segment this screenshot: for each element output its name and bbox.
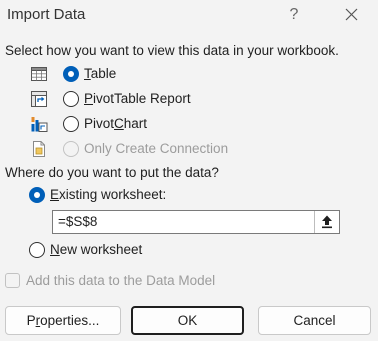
properties-button[interactable]: Properties... bbox=[5, 306, 121, 335]
dialog-title: Import Data bbox=[7, 6, 86, 23]
new-worksheet-label[interactable]: New worksheet bbox=[50, 242, 142, 257]
import-data-dialog: Import Data ? Select how you want to vie… bbox=[0, 0, 378, 341]
table-option-label[interactable]: Table bbox=[84, 66, 116, 81]
pivotchart-radio[interactable] bbox=[63, 116, 79, 132]
view-prompt: Select how you want to view this data in… bbox=[5, 43, 339, 58]
upload-arrow-icon bbox=[322, 215, 332, 229]
pivotchart-option-label[interactable]: PivotChart bbox=[84, 116, 147, 131]
data-model-label: Add this data to the Data Model bbox=[26, 273, 216, 288]
data-model-checkbox bbox=[5, 273, 20, 288]
help-button[interactable]: ? bbox=[283, 3, 305, 27]
title-bar: Import Data ? bbox=[0, 0, 378, 32]
new-worksheet-radio[interactable] bbox=[29, 242, 45, 258]
existing-worksheet-label[interactable]: Existing worksheet: bbox=[50, 187, 166, 202]
ok-button[interactable]: OK bbox=[131, 306, 244, 335]
table-radio[interactable] bbox=[63, 66, 79, 82]
pivotchart-icon bbox=[30, 115, 48, 133]
table-icon bbox=[30, 65, 48, 83]
connection-only-icon bbox=[30, 140, 48, 158]
cancel-button[interactable]: Cancel bbox=[258, 306, 371, 335]
put-prompt: Where do you want to put the data? bbox=[5, 165, 219, 180]
pivottable-option-label[interactable]: PivotTable Report bbox=[84, 91, 191, 106]
existing-worksheet-radio[interactable] bbox=[29, 187, 45, 203]
connection-only-radio bbox=[63, 141, 79, 157]
connection-only-label: Only Create Connection bbox=[84, 141, 229, 156]
cell-reference-input[interactable]: =$S$8 bbox=[52, 210, 340, 234]
collapse-dialog-button[interactable] bbox=[314, 211, 339, 233]
pivottable-icon bbox=[30, 90, 48, 108]
pivottable-radio[interactable] bbox=[63, 91, 79, 107]
close-icon bbox=[345, 8, 357, 21]
close-button[interactable] bbox=[339, 3, 363, 27]
